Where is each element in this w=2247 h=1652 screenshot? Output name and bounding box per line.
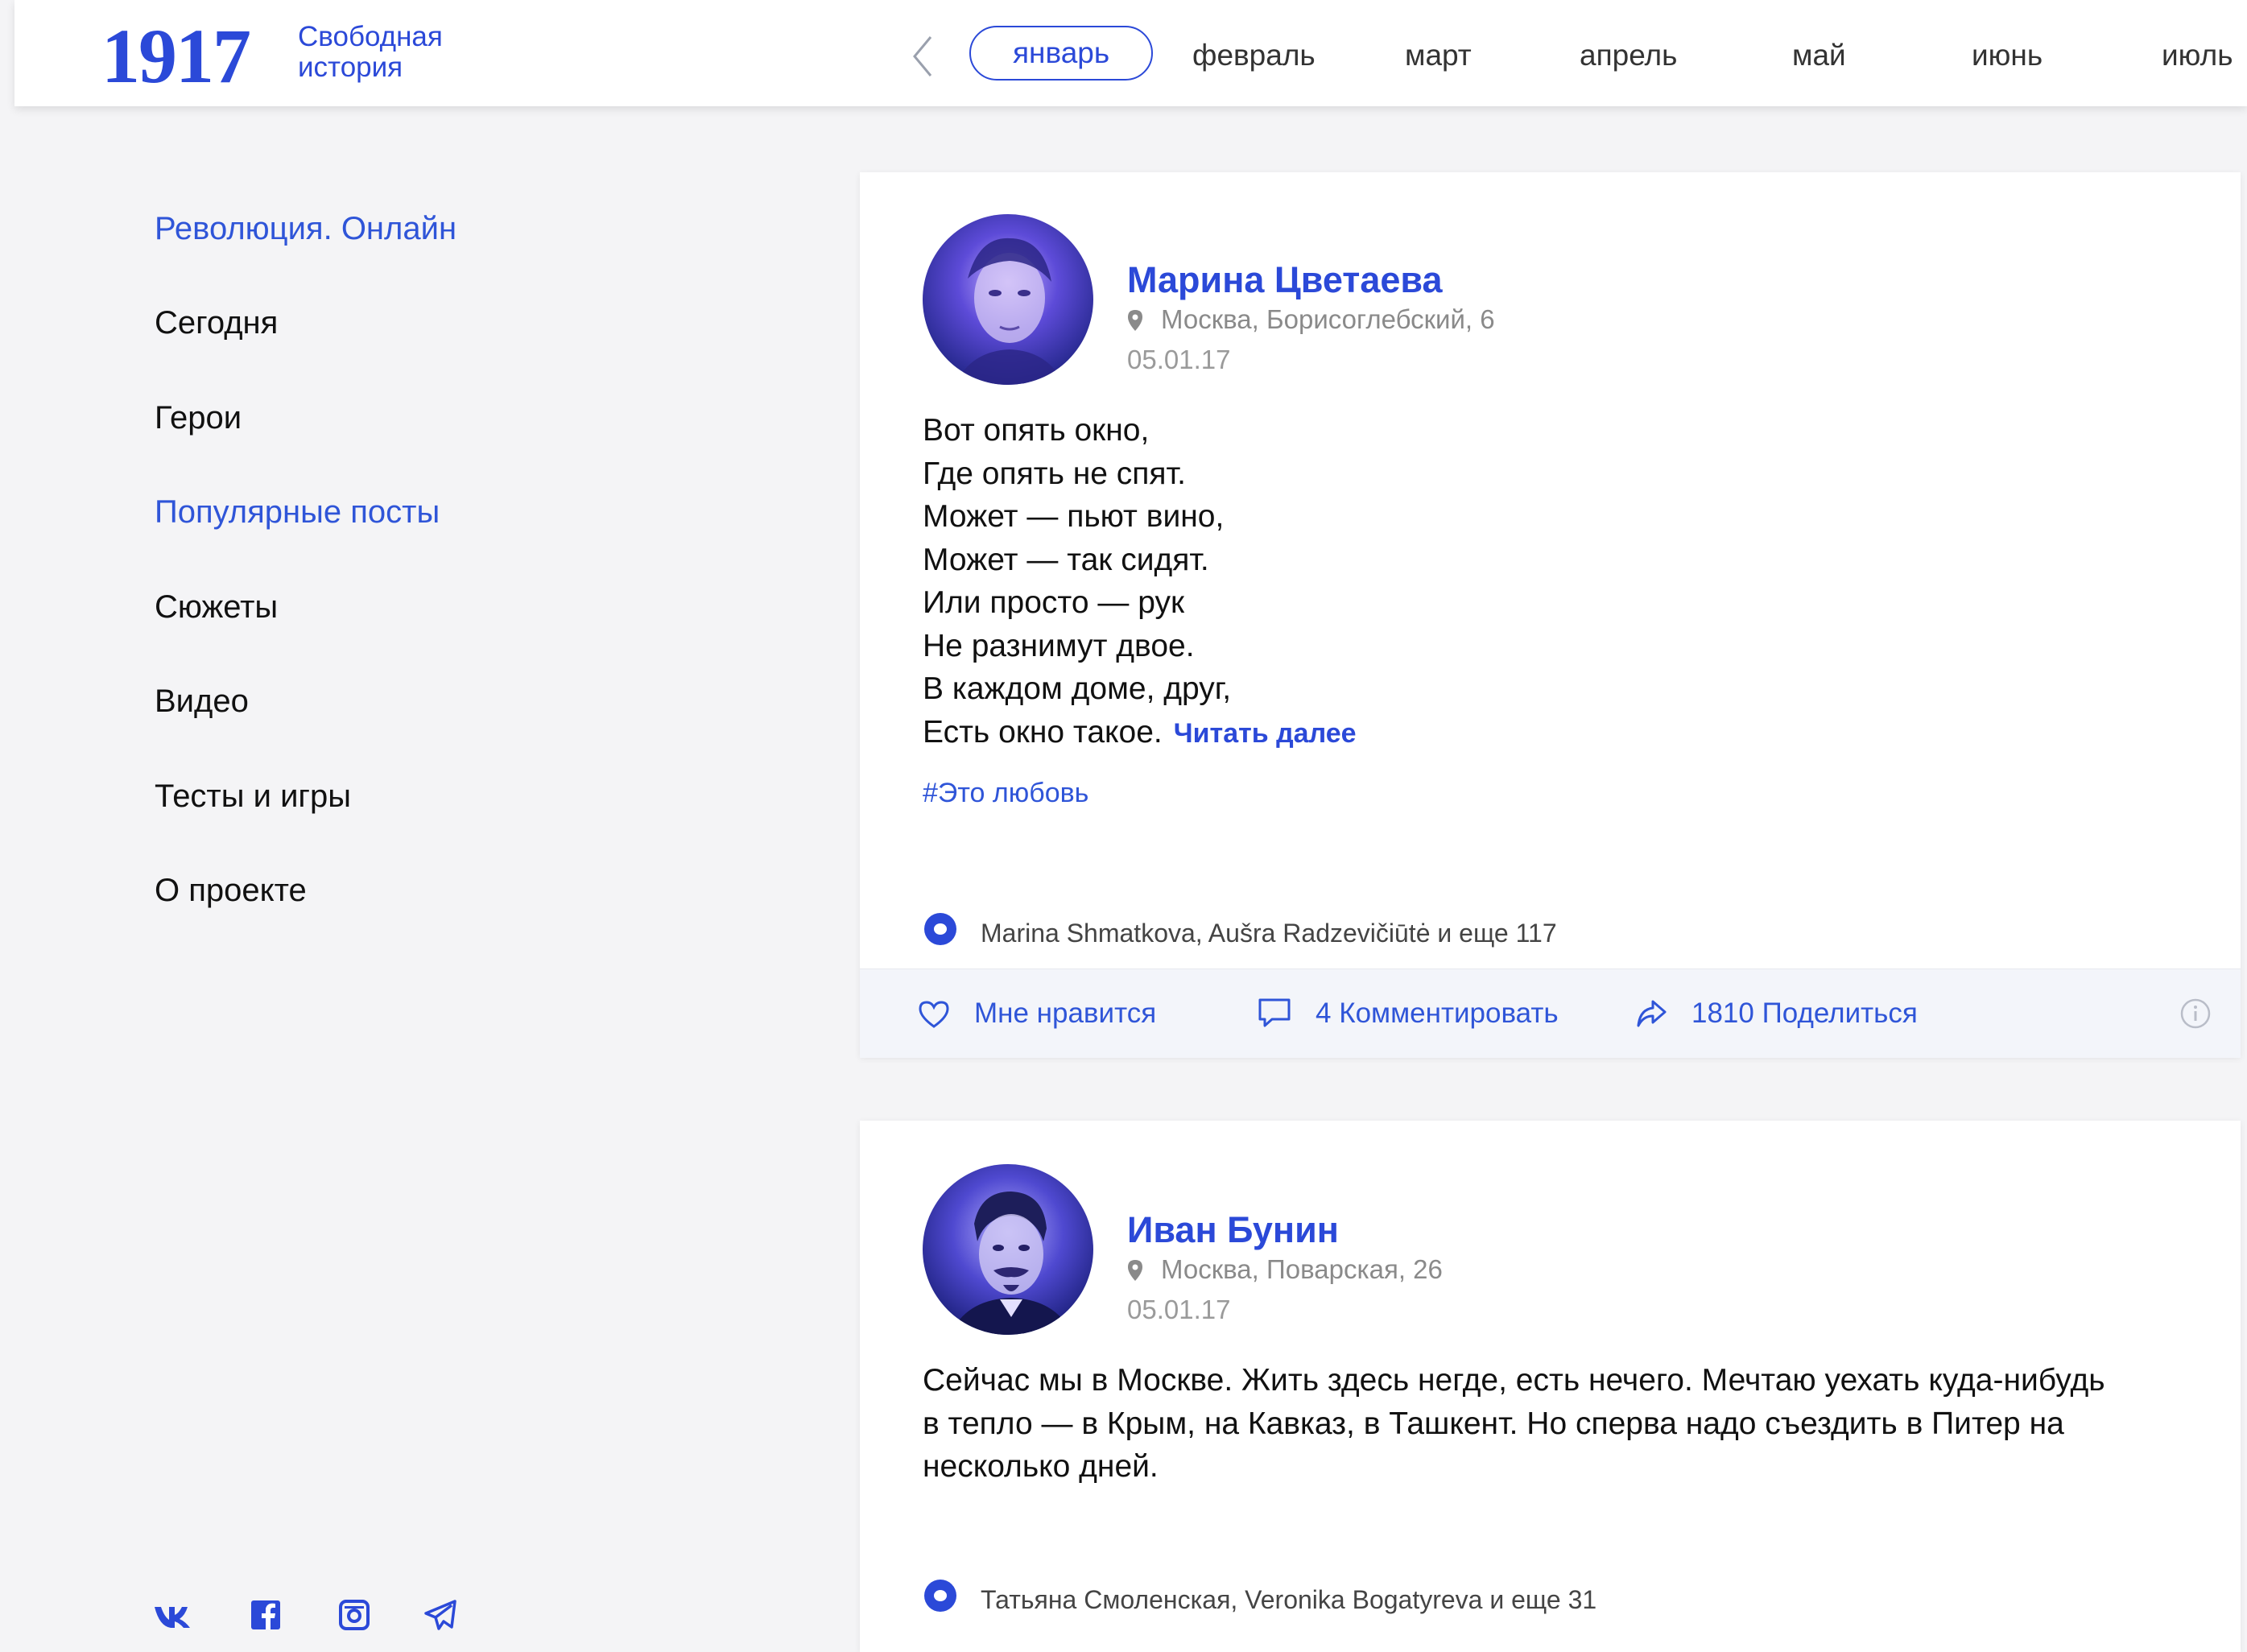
poem-line: Не разнимут двое. (923, 628, 1195, 663)
instagram-icon[interactable] (338, 1599, 374, 1631)
tab-month-february[interactable]: февраль (1192, 27, 1316, 84)
logo-line-1: Свободная (298, 21, 443, 52)
share-button[interactable]: 1810 Поделиться (1635, 969, 1918, 1058)
poem-line-text: Есть окно такое. (923, 714, 1163, 750)
sidebar-item-today[interactable]: Сегодня (155, 304, 278, 342)
poem-line: Может — так сидят. (923, 542, 1209, 577)
tab-month-may[interactable]: май (1792, 27, 1846, 84)
post-date: 05.01.17 (1127, 345, 1231, 374)
tab-month-july[interactable]: июль (2162, 27, 2233, 84)
sidebar-item-stories[interactable]: Сюжеты (155, 588, 278, 626)
share-label: 1810 Поделиться (1691, 997, 1918, 1029)
post-author[interactable]: Иван Бунин (1127, 1209, 1339, 1251)
logo-number: 1917 (101, 13, 251, 99)
poem-line: Может — пьют вино, (923, 499, 1225, 534)
sidebar-item-about[interactable]: О проекте (155, 871, 307, 910)
post-text: Вот опять окно, Где опять не спят. Может… (923, 409, 1357, 755)
like-label: Мне нравится (974, 997, 1157, 1029)
poem-line: Или просто — рук (923, 585, 1185, 620)
poem-line: Где опять не спят. (923, 456, 1186, 491)
map-pin-icon (1128, 310, 1142, 331)
comment-icon (1258, 998, 1291, 1027)
heart-icon (919, 1001, 949, 1028)
post-card: Марина Цветаева Москва, Борисоглебский, … (860, 172, 2241, 1058)
facebook-icon[interactable] (250, 1599, 285, 1631)
comment-button[interactable]: 4 Комментировать (1258, 969, 1559, 1058)
poem-line: Вот опять окно, (923, 413, 1150, 448)
poem-line: В каждом доме, друг, (923, 671, 1232, 706)
like-button[interactable]: Мне нравится (918, 969, 1156, 1058)
likers-summary[interactable]: Marina Shmatkova, Aušra Radzevičiūtė и е… (923, 911, 1557, 948)
text-line: несколько дней. (923, 1449, 1159, 1484)
location-text: Москва, Поварская, 26 (1161, 1254, 1443, 1284)
tab-month-january[interactable]: январь (969, 26, 1154, 81)
chevron-left-icon[interactable] (903, 34, 944, 79)
avatar[interactable] (923, 1164, 1093, 1335)
like-badge-icon (924, 913, 956, 945)
logo-text: Свободная история (298, 22, 443, 83)
tab-month-april[interactable]: апрель (1580, 27, 1677, 84)
logo-line-2: история (298, 52, 403, 83)
comment-label: 4 Комментировать (1316, 997, 1559, 1029)
post-actions-bar: Мне нравится 4 Комментировать 1810 Подел… (860, 968, 2241, 1058)
post-date: 05.01.17 (1127, 1295, 1231, 1324)
map-pin-icon (1128, 1260, 1142, 1281)
likers-text: Татьяна Смоленская, Veronika Bogatyreva … (981, 1585, 1597, 1614)
tab-month-june[interactable]: июнь (1972, 27, 2043, 84)
text-line: в тепло — в Крым, на Кавказ, в Ташкент. … (923, 1406, 2064, 1441)
telegram-icon[interactable] (423, 1599, 458, 1631)
sidebar-item-popular-posts[interactable]: Популярные посты (155, 493, 440, 531)
info-icon[interactable] (2179, 997, 2212, 1034)
share-icon (1637, 1000, 1667, 1027)
likers-text: Marina Shmatkova, Aušra Radzevičiūtė и е… (981, 919, 1557, 948)
location-text: Москва, Борисоглебский, 6 (1161, 304, 1495, 334)
sidebar-item-tests-games[interactable]: Тесты и игры (155, 777, 351, 816)
text-line: Сейчас мы в Москве. Жить здесь негде, ес… (923, 1363, 2105, 1398)
post-author[interactable]: Марина Цветаева (1127, 259, 1443, 301)
read-more-link[interactable]: Читать далее (1174, 718, 1357, 749)
sidebar-item-heroes[interactable]: Герои (155, 399, 242, 437)
post-location: Москва, Поварская, 26 (1127, 1254, 1443, 1285)
likers-summary[interactable]: Татьяна Смоленская, Veronika Bogatyreva … (923, 1578, 1596, 1615)
post-location: Москва, Борисоглебский, 6 (1127, 304, 1495, 335)
like-badge-icon (924, 1580, 956, 1612)
post-hashtag[interactable]: #Это любовь (923, 778, 1088, 809)
sidebar-item-video[interactable]: Видео (155, 682, 249, 721)
avatar[interactable] (923, 214, 1093, 385)
vk-icon[interactable] (153, 1599, 198, 1631)
sidebar-item-revolution-online[interactable]: Революция. Онлайн (155, 209, 456, 248)
tab-month-march[interactable]: март (1405, 27, 1472, 84)
poem-line-last: Есть окно такое. Читать далее (923, 711, 1357, 756)
post-card: Иван Бунин Москва, Поварская, 26 05.01.1… (860, 1121, 2241, 1652)
top-bar: 1917 Свободная история январь февраль ма… (14, 0, 2247, 106)
post-text: Сейчас мы в Москве. Жить здесь негде, ес… (923, 1359, 2105, 1489)
